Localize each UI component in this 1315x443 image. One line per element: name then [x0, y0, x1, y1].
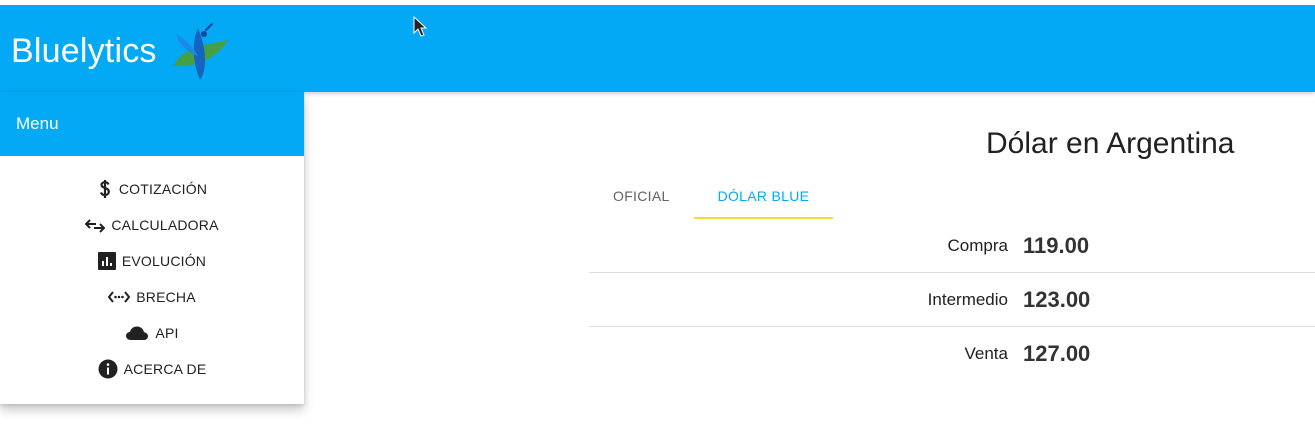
menu-list: COTIZACIÓN CALCULADORA EVOLUCIÓN BRECHA …: [0, 156, 304, 387]
mouse-pointer-icon: [413, 16, 427, 37]
menu-item-cotizacion[interactable]: COTIZACIÓN: [0, 171, 304, 207]
page-title: Dólar en Argentina: [986, 127, 1235, 160]
menu-item-brecha[interactable]: BRECHA: [0, 279, 304, 315]
swap-arrows-icon: [85, 217, 106, 233]
code-dots-icon: [108, 290, 131, 304]
cloud-icon: [125, 325, 149, 341]
rate-value: 127.00: [1023, 341, 1091, 366]
menu-item-label: COTIZACIÓN: [118, 181, 208, 197]
butterfly-logo-icon: [174, 23, 228, 80]
dollar-icon: [97, 179, 113, 199]
tab-oficial[interactable]: OFICIAL: [589, 172, 694, 219]
rate-label: Intermedio: [927, 289, 1008, 309]
rate-row-compra: Compra 119.00: [589, 219, 1315, 273]
rate-value: 119.00: [1023, 232, 1090, 258]
tab-bar: OFICIAL DÓLAR BLUE: [589, 172, 833, 219]
drawer-header: Menu: [0, 92, 304, 156]
rate-value: 123.00: [1023, 286, 1091, 312]
rate-label: Venta: [964, 344, 1009, 363]
menu-item-label: ACERCA DE: [123, 361, 207, 377]
rate-row-venta: Venta 127.00: [589, 327, 1315, 381]
rates-table: Compra 119.00 Intermedio 123.00 Venta 12…: [589, 219, 1315, 381]
menu-item-label: CALCULADORA: [111, 217, 219, 233]
menu-item-label: EVOLUCIÓN: [121, 253, 207, 269]
info-icon: [98, 359, 118, 379]
brand-title[interactable]: Bluelytics: [11, 31, 157, 71]
menu-item-evolucion[interactable]: EVOLUCIÓN: [0, 243, 304, 279]
bar-chart-icon: [97, 252, 116, 270]
rate-label: Compra: [947, 235, 1008, 255]
app-bar: Bluelytics: [0, 5, 1315, 92]
rate-row-intermedio: Intermedio 123.00: [589, 273, 1315, 327]
tab-dolar-blue[interactable]: DÓLAR BLUE: [693, 172, 834, 219]
menu-item-label: BRECHA: [136, 289, 196, 305]
menu-item-calculadora[interactable]: CALCULADORA: [0, 207, 304, 243]
nav-drawer: Menu COTIZACIÓN CALCULADORA EVOLUCIÓN BR…: [0, 92, 304, 404]
menu-item-api[interactable]: API: [0, 315, 304, 351]
menu-item-acerca-de[interactable]: ACERCA DE: [0, 351, 304, 387]
menu-item-label: API: [155, 325, 179, 341]
